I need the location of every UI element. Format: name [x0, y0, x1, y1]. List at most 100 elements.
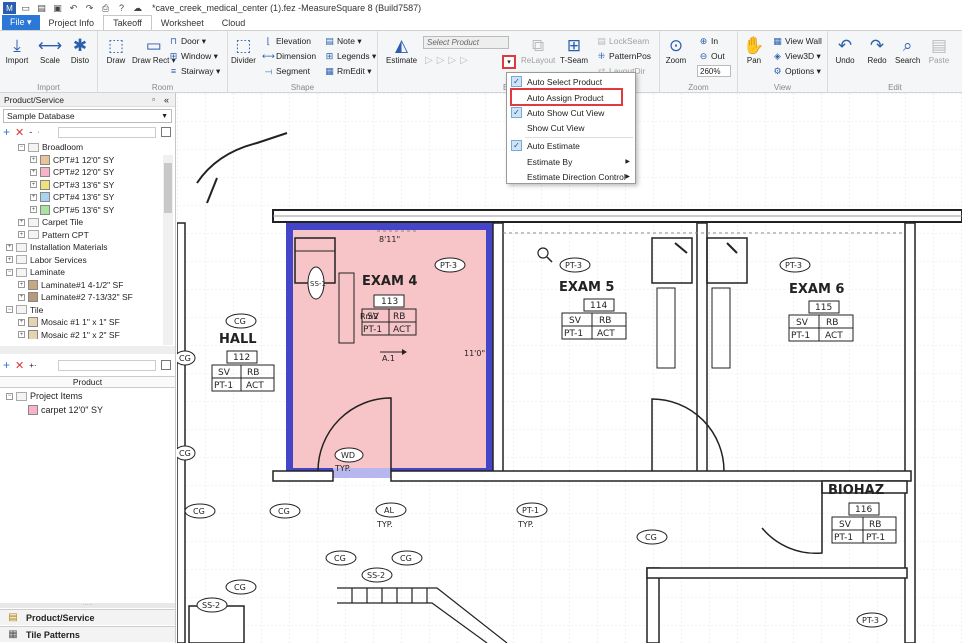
scrollbar-thumb[interactable] [164, 163, 172, 213]
disto-button[interactable]: ✱ Disto [68, 34, 92, 66]
import-button[interactable]: ⤓ Import [5, 34, 29, 66]
stairway-button[interactable]: ≡ Stairway ▾ [168, 64, 220, 78]
expand-icon[interactable]: + [18, 331, 25, 338]
segment-button[interactable]: ⟞ Segment [263, 64, 310, 78]
expand-icon[interactable]: + [30, 168, 37, 176]
delete-icon[interactable]: ✕ [15, 126, 24, 139]
menu-show-cut-view[interactable]: Show Cut View [507, 120, 635, 135]
delete-item-icon[interactable]: ✕ [15, 359, 24, 372]
estimate-options-dropdown-button[interactable]: ▾ [502, 55, 516, 69]
product-column-header[interactable]: Product [0, 376, 175, 388]
add-item-icon[interactable]: + [3, 358, 10, 372]
draw-button[interactable]: ⬚ Draw [104, 34, 128, 66]
expand-icon[interactable]: + [18, 318, 25, 326]
tree-folder[interactable]: + Carpet Tile [18, 216, 83, 228]
note-button[interactable]: ▤ Note ▾ [324, 34, 361, 48]
tab-project-info[interactable]: Project Info [40, 15, 104, 30]
legends-button[interactable]: ⊞ Legends ▾ [324, 49, 377, 63]
zoom-level-select[interactable]: 260% [697, 65, 731, 77]
expand-icon[interactable]: + [30, 206, 37, 213]
collapse-icon[interactable]: − [6, 306, 13, 313]
tree-product[interactable]: + CPT#3 13'6" SY [30, 179, 114, 191]
search-button[interactable]: ⌕ Search [895, 34, 920, 66]
tree-product[interactable]: + CPT#2 12'0" SY [30, 166, 114, 178]
dropdown-arrow-icon[interactable]: · [37, 129, 39, 136]
tseam-button[interactable]: ⊞ T-Seam [560, 34, 588, 66]
relayout-button[interactable]: ⧉ ReLayout [521, 34, 555, 66]
cloud-icon[interactable]: ☁ [131, 2, 144, 14]
collapse-toggle-icon[interactable]: − [6, 392, 13, 400]
collapse-icon[interactable]: − [18, 143, 25, 151]
tab-takeoff[interactable]: Takeoff [103, 15, 152, 30]
tree-search-input[interactable] [58, 126, 156, 138]
project-item-row[interactable]: carpet 12'0" SY [28, 404, 103, 416]
menu-auto-select-product[interactable]: ✓ Auto Select Product [507, 74, 635, 89]
dimension-button[interactable]: ⟷ Dimension [262, 49, 316, 63]
expand-icon[interactable]: + [18, 218, 25, 226]
zoom-button[interactable]: ⊙ Zoom [664, 34, 688, 66]
zoom-in-button[interactable]: ⊕ In [698, 34, 718, 48]
collapse-icon[interactable]: « [164, 95, 169, 105]
add-small-icon[interactable]: +· [29, 361, 36, 370]
tree-folder[interactable]: − Broadloom [18, 141, 83, 153]
grid-view-icon[interactable] [161, 127, 171, 137]
options-button[interactable]: ⚙ Options ▾ [772, 64, 820, 78]
expand-icon[interactable]: + [18, 281, 25, 288]
lockseam-button[interactable]: ▤ LockSeam [596, 34, 649, 48]
tab-cloud[interactable]: Cloud [213, 15, 255, 30]
project-search-input[interactable] [58, 359, 156, 371]
undo-icon[interactable]: ↶ [67, 2, 80, 14]
expand-icon[interactable]: + [6, 256, 13, 263]
menu-estimate-direction-control[interactable]: Estimate Direction Control ▶ [507, 169, 635, 184]
tree-scrollbar[interactable] [163, 155, 173, 345]
tree-product[interactable]: + CPT#1 12'0" SY [30, 154, 114, 166]
save-icon[interactable]: ▣ [51, 2, 64, 14]
tree-folder[interactable]: + Installation Materials [6, 241, 107, 253]
project-items-node[interactable]: − Project Items [6, 390, 83, 402]
expand-icon[interactable]: + [18, 293, 25, 301]
tab-file[interactable]: File ▾ [2, 15, 40, 30]
zoom-out-button[interactable]: ⊖ Out [698, 49, 725, 63]
tree-product[interactable]: + CPT#4 13'6" SY [30, 191, 114, 203]
scale-button[interactable]: ⟷ Scale [38, 34, 62, 66]
tab-product-service[interactable]: ▤ Product/Service [0, 609, 175, 625]
expand-icon[interactable]: + [6, 243, 13, 251]
panel-splitter[interactable]: ····· [0, 602, 175, 608]
print-icon[interactable]: ⎙ [99, 2, 112, 14]
undo-button[interactable]: ↶ Undo [833, 34, 857, 66]
project-grid-icon[interactable] [161, 360, 171, 370]
select-product-dropdown[interactable]: Select Product [423, 36, 509, 49]
tree-product[interactable]: + Mosaic #1 1" x 1" SF [18, 316, 120, 328]
remove-icon[interactable]: - [29, 127, 32, 137]
collapse-icon[interactable]: − [6, 268, 13, 276]
menu-auto-show-cut-view[interactable]: ✓ Auto Show Cut View [507, 105, 635, 120]
new-icon[interactable]: ▭ [19, 2, 32, 14]
tree-product[interactable]: + CPT#5 13'6" SY [30, 204, 114, 216]
tree-product[interactable]: + Mosaic #2 1" x 2" SF [18, 329, 120, 339]
patternpos-button[interactable]: ⁜ PatternPos [596, 49, 651, 63]
tree-folder[interactable]: + Pattern CPT [18, 229, 89, 241]
menu-estimate-by[interactable]: Estimate By ▶ [507, 154, 635, 169]
database-select[interactable]: Sample Database ▼ [3, 109, 172, 123]
door-button[interactable]: ⊓ Door ▾ [168, 34, 206, 48]
redo-button[interactable]: ↷ Redo [865, 34, 889, 66]
pan-button[interactable]: ✋ Pan [742, 34, 766, 66]
tree-product[interactable]: + Laminate#2 7-13/32" SF [18, 291, 133, 303]
rmedit-button[interactable]: ▦ RmEdit ▾ [324, 64, 371, 78]
tab-tile-patterns[interactable]: ▦ Tile Patterns [0, 626, 175, 642]
view3d-button[interactable]: ◈ View3D ▾ [772, 49, 821, 63]
open-icon[interactable]: ▤ [35, 2, 48, 14]
tree-hscrollbar[interactable] [0, 346, 175, 354]
tree-folder[interactable]: − Tile [6, 304, 43, 316]
expand-icon[interactable]: + [30, 181, 37, 188]
expand-icon[interactable]: + [30, 156, 37, 163]
tab-worksheet[interactable]: Worksheet [152, 15, 213, 30]
menu-auto-estimate[interactable]: ✓ Auto Estimate [507, 138, 635, 153]
paste-button[interactable]: ▤ Paste [927, 34, 951, 66]
pin-icon[interactable]: ▫ [152, 95, 155, 104]
elevation-button[interactable]: ⌊ Elevation [263, 34, 311, 48]
tree-product[interactable]: + Laminate#1 4-1/2" SF [18, 279, 123, 291]
divider-button[interactable]: ⬚ Divider [231, 34, 256, 66]
window-button[interactable]: ⊞ Window ▾ [168, 49, 218, 63]
tree-folder[interactable]: − Laminate [6, 266, 65, 278]
